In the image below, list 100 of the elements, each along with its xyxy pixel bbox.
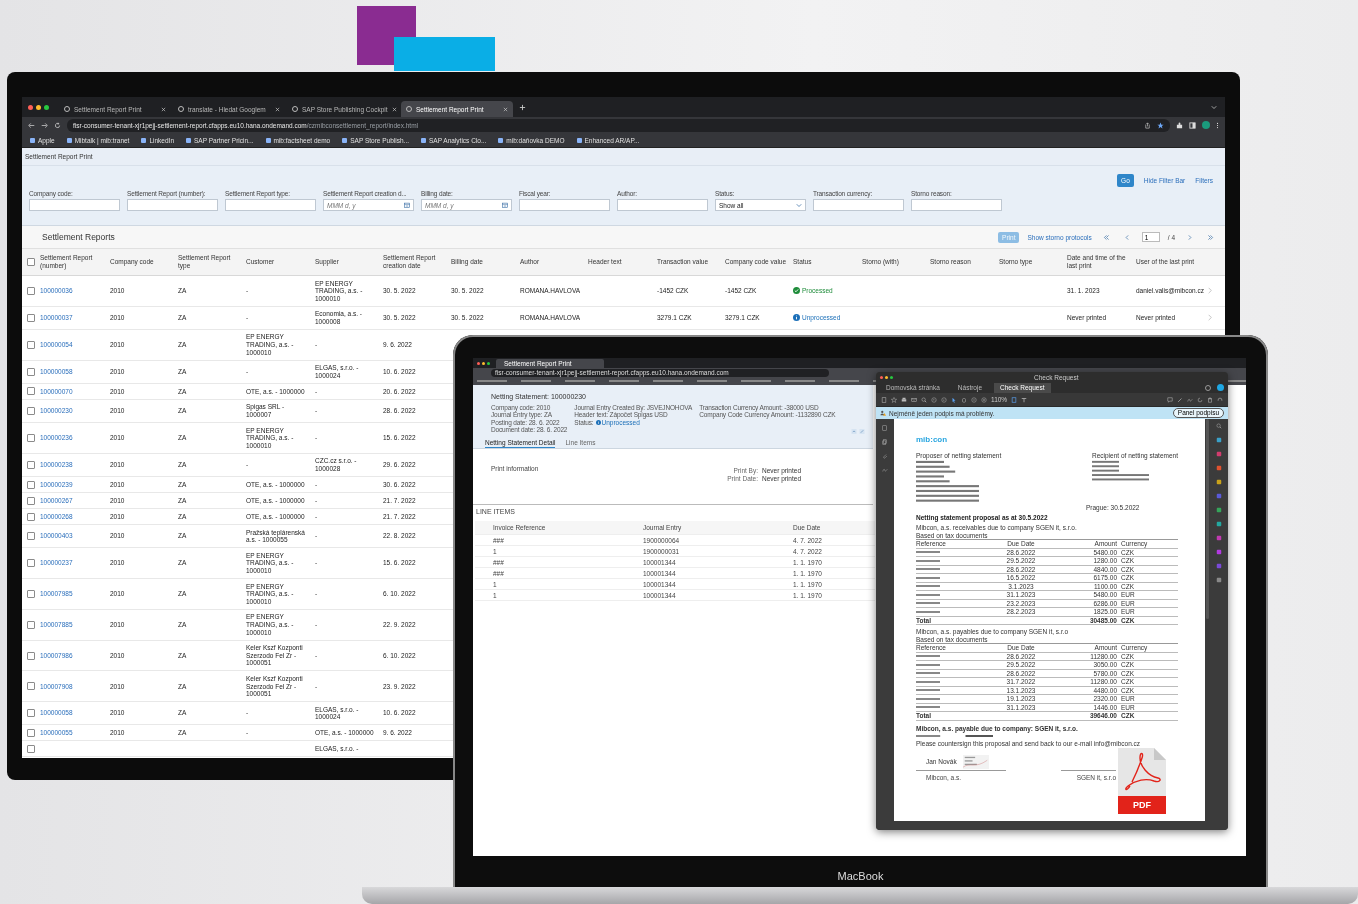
calendar-icon[interactable] xyxy=(404,202,410,208)
row-checkbox[interactable] xyxy=(27,559,35,568)
tool-icon[interactable] xyxy=(1216,549,1222,555)
avatar-icon[interactable] xyxy=(1202,121,1210,129)
filter-input[interactable] xyxy=(225,199,316,211)
row-checkbox[interactable] xyxy=(27,340,35,349)
close-icon[interactable] xyxy=(503,106,508,112)
close-icon[interactable] xyxy=(275,106,280,112)
row-checkbox[interactable] xyxy=(27,512,35,521)
row-checkbox[interactable] xyxy=(27,313,35,322)
collapse-icon[interactable] xyxy=(851,429,857,434)
reference-text-drawing xyxy=(916,551,940,554)
hand-icon[interactable] xyxy=(961,396,967,403)
info-icon xyxy=(595,419,601,425)
tool-icon[interactable] xyxy=(1216,577,1222,583)
bookmark-panel-icon[interactable] xyxy=(882,425,888,431)
star-icon[interactable] xyxy=(891,396,897,403)
row-checkbox[interactable] xyxy=(27,387,35,396)
row-checkbox[interactable] xyxy=(27,744,35,753)
page-down-icon[interactable] xyxy=(941,396,947,403)
tool-icon[interactable] xyxy=(1216,493,1222,499)
select-all-checkbox[interactable] xyxy=(27,258,35,266)
filter-input[interactable] xyxy=(519,199,610,211)
headset-icon[interactable] xyxy=(1217,396,1223,403)
row-checkbox[interactable] xyxy=(27,620,35,629)
trash-icon[interactable] xyxy=(1207,396,1213,403)
filter-input[interactable] xyxy=(813,199,904,211)
fit-page-icon[interactable] xyxy=(1011,396,1018,403)
row-checkbox[interactable] xyxy=(27,461,35,469)
tool-icon[interactable] xyxy=(1216,507,1222,513)
account-icon[interactable] xyxy=(1217,384,1224,391)
close-icon[interactable] xyxy=(161,106,166,112)
info-icon xyxy=(793,314,800,322)
share-icon[interactable] xyxy=(1144,121,1151,129)
row-checkbox[interactable] xyxy=(27,286,35,295)
page-icon[interactable] xyxy=(881,396,887,403)
highlighter-icon[interactable] xyxy=(1021,396,1028,403)
row-checkbox[interactable] xyxy=(27,367,35,376)
filter-input[interactable] xyxy=(29,199,120,211)
bookmark-icon xyxy=(265,137,271,143)
tool-icon[interactable] xyxy=(1216,437,1222,443)
row-checkbox[interactable] xyxy=(27,480,35,489)
cursor-icon[interactable] xyxy=(951,396,957,403)
mail-icon[interactable] xyxy=(911,396,917,403)
window-controls-icon[interactable] xyxy=(477,361,490,365)
page-up-icon[interactable] xyxy=(931,396,937,403)
first-page-icon[interactable] xyxy=(1102,233,1110,241)
window-controls-icon[interactable] xyxy=(880,375,893,379)
reference-text-drawing xyxy=(916,706,940,709)
tool-icon[interactable] xyxy=(1216,451,1222,457)
pen-icon[interactable] xyxy=(1177,396,1183,403)
close-icon[interactable] xyxy=(391,106,397,112)
row-checkbox[interactable] xyxy=(27,407,35,416)
signature-icon[interactable] xyxy=(1187,396,1193,403)
next-page-icon[interactable] xyxy=(1186,233,1193,241)
zoom-out-icon[interactable] xyxy=(971,396,977,403)
new-tab-icon[interactable] xyxy=(519,103,526,111)
search-icon[interactable] xyxy=(1216,423,1222,429)
laptop-brand: MacBook xyxy=(836,870,885,882)
row-checkbox[interactable] xyxy=(27,532,35,541)
row-checkbox[interactable] xyxy=(27,496,35,505)
bookmark-icon xyxy=(498,137,504,143)
back-arrow-icon[interactable] xyxy=(28,121,35,129)
row-checkbox[interactable] xyxy=(27,709,35,718)
attachment-icon[interactable] xyxy=(882,453,888,459)
row-checkbox[interactable] xyxy=(27,682,35,691)
filter-input[interactable] xyxy=(617,199,708,211)
tool-icon[interactable] xyxy=(1216,479,1222,485)
signature-panel-icon[interactable] xyxy=(882,467,888,473)
row-checkbox[interactable] xyxy=(27,728,35,737)
calendar-icon[interactable] xyxy=(502,202,508,208)
tool-icon[interactable] xyxy=(1216,535,1222,541)
star-icon[interactable] xyxy=(1157,121,1164,129)
reload-icon[interactable] xyxy=(54,121,61,129)
row-checkbox[interactable] xyxy=(27,434,35,442)
reference-text-drawing xyxy=(916,559,940,562)
tool-icon[interactable] xyxy=(1216,563,1222,569)
comment-icon[interactable] xyxy=(1167,396,1173,403)
row-checkbox[interactable] xyxy=(27,589,35,598)
bookmark-icon xyxy=(421,137,426,143)
print-icon[interactable] xyxy=(901,396,907,403)
previous-page-icon[interactable] xyxy=(1123,233,1131,241)
scrollbar[interactable] xyxy=(1206,419,1209,619)
company-logo: mib:con xyxy=(916,435,949,444)
caret-icon[interactable] xyxy=(1211,104,1217,110)
menu-icon[interactable] xyxy=(1216,121,1219,129)
forward-arrow-icon[interactable] xyxy=(41,121,48,129)
rotate-icon[interactable] xyxy=(1197,396,1203,403)
window-controls-icon[interactable] xyxy=(28,104,49,110)
filter-input[interactable] xyxy=(127,199,218,211)
reference-text-drawing xyxy=(916,672,940,675)
zoom-in-icon[interactable] xyxy=(981,396,987,403)
tool-icon[interactable] xyxy=(1216,521,1222,527)
search-icon[interactable] xyxy=(921,396,927,403)
tool-icon[interactable] xyxy=(1216,465,1222,471)
sidebar-icon[interactable] xyxy=(1189,121,1196,129)
pages-icon[interactable] xyxy=(882,439,888,445)
filter-input[interactable] xyxy=(911,199,1002,211)
row-checkbox[interactable] xyxy=(27,651,35,660)
last-page-icon[interactable] xyxy=(1207,233,1214,241)
